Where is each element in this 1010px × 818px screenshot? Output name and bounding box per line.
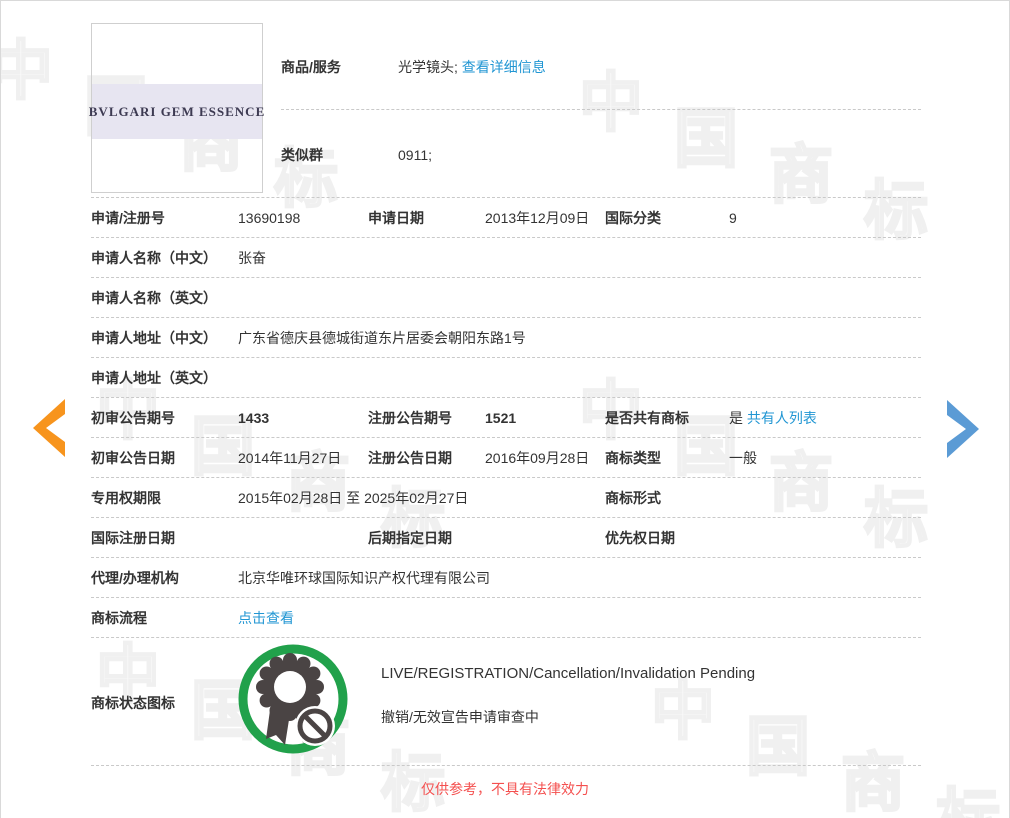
watermark-glyph: 中 — [579, 71, 643, 135]
prelim-pub-date-label: 初审公告日期 — [91, 438, 175, 477]
trademark-image-band: BVLGARI GEM ESSENCE — [92, 84, 262, 139]
prelim-pub-date-value: 2014年11月27日 — [238, 438, 341, 477]
agency-label: 代理/办理机构 — [91, 558, 179, 597]
divider — [281, 109, 921, 110]
status-row: 商标状态图标 — [91, 637, 921, 766]
reg-pub-date-value: 2016年09月28日 — [485, 438, 589, 477]
table-row: 申请人地址（英文） — [91, 358, 921, 398]
tm-status-label: 商标状态图标 — [91, 693, 175, 713]
view-detail-link[interactable]: 查看详细信息 — [462, 59, 546, 75]
later-desig-date-label: 后期指定日期 — [368, 518, 452, 557]
tm-type-label: 商标类型 — [605, 438, 661, 477]
watermark-glyph: 国 — [674, 107, 738, 171]
applicant-addr-en-label: 申请人地址（英文） — [91, 358, 217, 397]
agency-value: 北京华唯环球国际知识产权代理有限公司 — [238, 558, 490, 597]
applicant-name-cn-value: 张奋 — [238, 238, 266, 277]
reg-pub-no-value: 1521 — [485, 398, 516, 437]
status-text-en: LIVE/REGISTRATION/Cancellation/Invalidat… — [381, 665, 755, 682]
is-shared-value: 是 共有人列表 — [729, 398, 817, 437]
app-date-value: 2013年12月09日 — [485, 198, 589, 237]
reg-no-label: 申请/注册号 — [91, 198, 165, 237]
prelim-pub-no-value: 1433 — [238, 398, 269, 437]
is-shared-text: 是 — [729, 410, 743, 426]
prelim-pub-no-label: 初审公告期号 — [91, 398, 175, 437]
trademark-detail-panel: 中 国 商 标 中 国 商 标 中 国 商 标 中 国 商 标 中 国 商 标 — [0, 0, 1010, 818]
intl-reg-date-label: 国际注册日期 — [91, 518, 175, 557]
goods-services-text: 光学镜头; — [398, 59, 458, 75]
chevron-left-icon[interactable] — [25, 398, 65, 458]
similar-group-label: 类似群 — [281, 146, 323, 164]
status-text-cn: 撤销/无效宣告申请审查中 — [381, 707, 539, 727]
is-shared-label: 是否共有商标 — [605, 398, 689, 437]
table-row: 商标流程 点击查看 — [91, 598, 921, 638]
applicant-addr-cn-value: 广东省德庆县德城街道东片居委会朝阳东路1号 — [238, 318, 526, 357]
intl-class-value: 9 — [729, 198, 737, 237]
table-row: 初审公告日期 2014年11月27日 注册公告日期 2016年09月28日 商标… — [91, 438, 921, 478]
applicant-name-cn-label: 申请人名称（中文） — [91, 238, 217, 277]
reg-pub-no-label: 注册公告期号 — [368, 398, 452, 437]
goods-services-label: 商品/服务 — [281, 58, 341, 76]
tm-form-label: 商标形式 — [605, 478, 661, 517]
exclusive-period-label: 专用权期限 — [91, 478, 161, 517]
table-row: 申请人名称（英文） — [91, 278, 921, 318]
tm-process-value: 点击查看 — [238, 598, 294, 637]
intl-class-label: 国际分类 — [605, 198, 661, 237]
priority-date-label: 优先权日期 — [605, 518, 675, 557]
trademark-image-text: BVLGARI GEM ESSENCE — [89, 104, 265, 120]
click-to-view-link[interactable]: 点击查看 — [238, 610, 294, 626]
similar-group-value: 0911; — [398, 146, 432, 164]
applicant-name-en-label: 申请人名称（英文） — [91, 278, 217, 317]
co-owner-list-link[interactable]: 共有人列表 — [747, 410, 817, 426]
table-row: 专用权期限 2015年02月28日 至 2025年02月27日 商标形式 — [91, 478, 921, 518]
table-row: 代理/办理机构 北京华唯环球国际知识产权代理有限公司 — [91, 558, 921, 598]
award-ribbon-prohibition-icon — [235, 641, 351, 757]
trademark-image: BVLGARI GEM ESSENCE — [91, 23, 263, 193]
exclusive-period-value: 2015年02月28日 至 2025年02月27日 — [238, 478, 468, 517]
table-row: 申请人名称（中文） 张奋 — [91, 238, 921, 278]
table-row: 初审公告期号 1433 注册公告期号 1521 是否共有商标 是 共有人列表 — [91, 398, 921, 438]
reg-no-value: 13690198 — [238, 198, 300, 237]
chevron-right-icon[interactable] — [947, 399, 987, 459]
table-row: 申请人地址（中文） 广东省德庆县德城街道东片居委会朝阳东路1号 — [91, 318, 921, 358]
watermark-glyph: 中 — [0, 39, 53, 103]
tm-process-label: 商标流程 — [91, 598, 147, 637]
app-date-label: 申请日期 — [368, 198, 424, 237]
table-row: 申请/注册号 13690198 申请日期 2013年12月09日 国际分类 9 — [91, 198, 921, 238]
reg-pub-date-label: 注册公告日期 — [368, 438, 452, 477]
tm-type-value: 一般 — [729, 438, 757, 477]
goods-services-value: 光学镜头; 查看详细信息 — [398, 58, 546, 76]
table-row: 国际注册日期 后期指定日期 优先权日期 — [91, 518, 921, 558]
disclaimer-text: 仅供参考，不具有法律效力 — [1, 779, 1009, 799]
applicant-addr-cn-label: 申请人地址（中文） — [91, 318, 217, 357]
